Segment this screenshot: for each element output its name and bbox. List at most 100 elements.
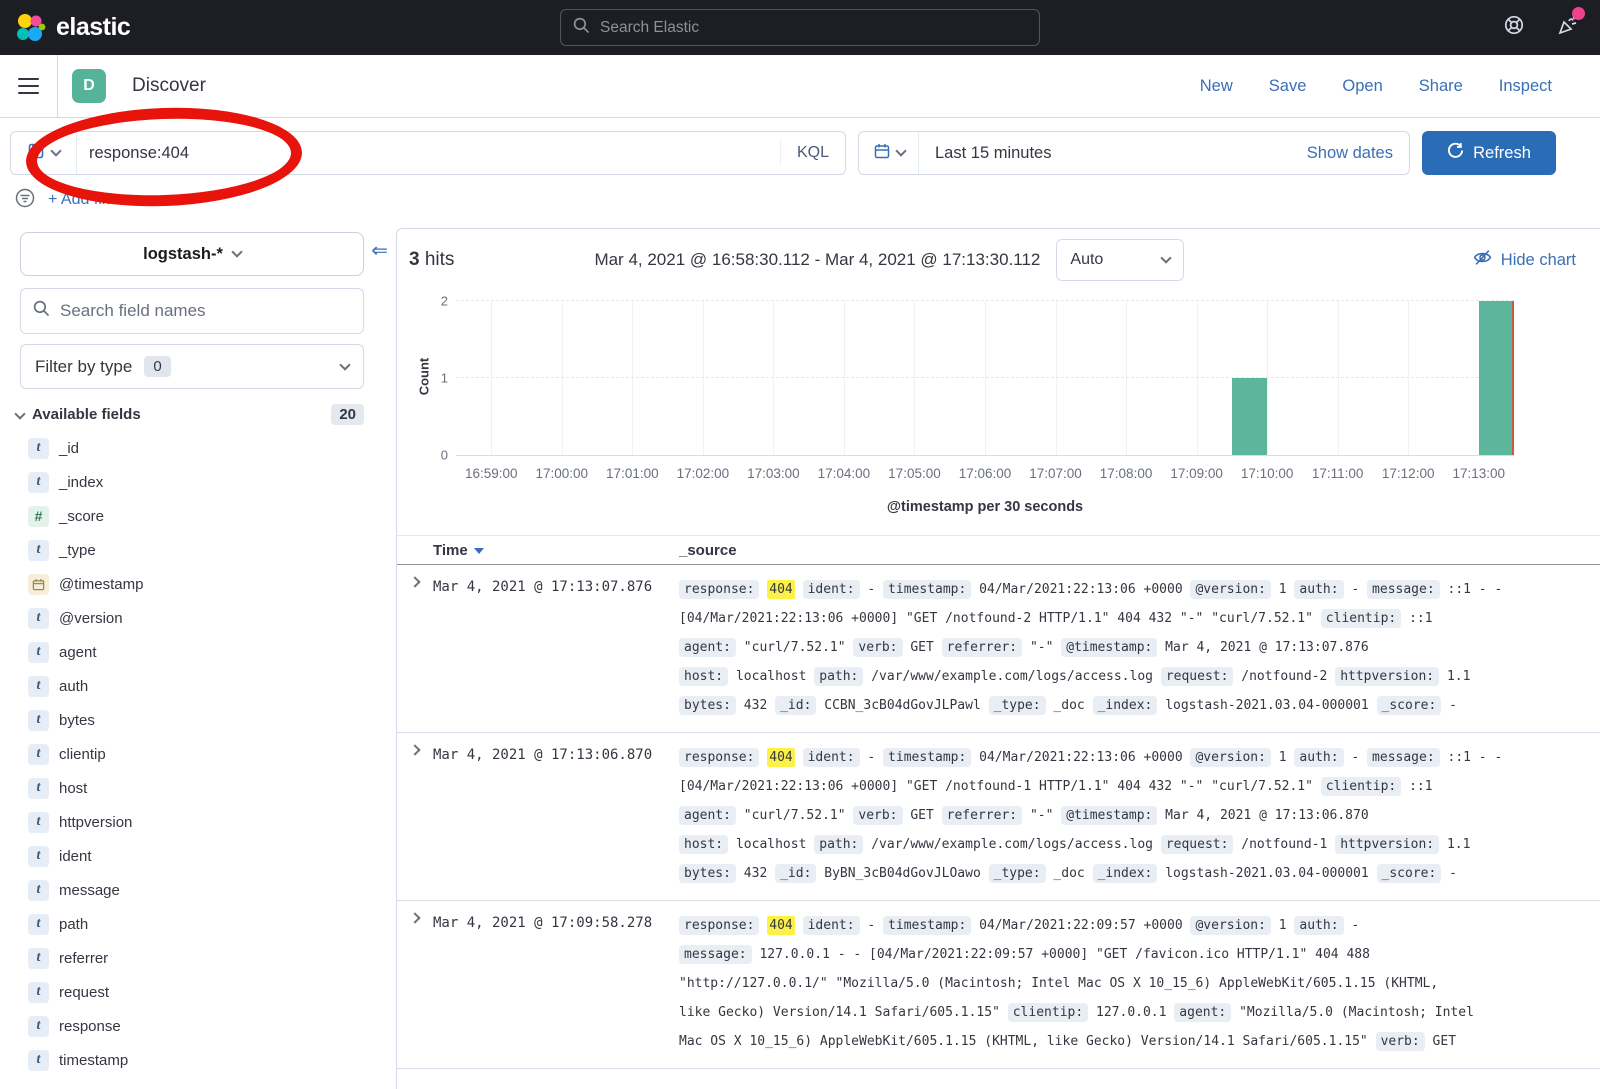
field-item-_score[interactable]: #_score (0, 499, 396, 533)
field-value: ::1 (1409, 611, 1432, 626)
field-value: localhost (736, 837, 806, 852)
field-item-httpversion[interactable]: thttpversion (0, 805, 396, 839)
field-key: bytes: (679, 864, 736, 883)
field-item-clientip[interactable]: tclientip (0, 737, 396, 771)
share-button[interactable]: Share (1419, 77, 1463, 96)
results-panel: 3 hits Mar 4, 2021 @ 16:58:30.112 - Mar … (396, 228, 1600, 1089)
index-pattern-select[interactable]: logstash-* (20, 232, 364, 276)
collapse-sidebar-icon[interactable]: ⇐ (371, 238, 388, 263)
field-value: logstash-2021.03.04-000001 (1165, 698, 1369, 713)
field-value: 1.1 (1447, 837, 1470, 852)
histogram-interval-select[interactable]: Auto (1056, 239, 1184, 281)
field-item-response[interactable]: tresponse (0, 1009, 396, 1043)
vertical-gridline (844, 301, 845, 455)
field-value: Mar 4, 2021 @ 17:13:06.870 (1165, 808, 1369, 823)
field-item-ident[interactable]: tident (0, 839, 396, 873)
field-item-@version[interactable]: t@version (0, 601, 396, 635)
highlighted-value: 404 (767, 748, 794, 767)
field-item-_id[interactable]: t_id (0, 431, 396, 465)
field-value: "curl/7.52.1" (744, 808, 846, 823)
field-list: t_idt_index#_scoret_type@timestampt@vers… (0, 431, 396, 1077)
global-search-placeholder: Search Elastic (600, 19, 699, 37)
field-key: clientip: (1008, 1003, 1088, 1022)
news-icon[interactable] (1556, 13, 1580, 42)
inspect-button[interactable]: Inspect (1499, 77, 1552, 96)
field-key: path: (814, 835, 863, 854)
field-item-path[interactable]: tpath (0, 907, 396, 941)
field-item-auth[interactable]: tauth (0, 669, 396, 703)
expand-row-button[interactable] (397, 575, 433, 720)
time-column-header[interactable]: Time (433, 542, 468, 559)
field-item-timestamp[interactable]: ttimestamp (0, 1043, 396, 1077)
add-filter-button[interactable]: + Add filter (48, 191, 124, 209)
vertical-gridline (1408, 301, 1409, 455)
open-button[interactable]: Open (1342, 77, 1382, 96)
vertical-gridline (703, 301, 704, 455)
refresh-button[interactable]: Refresh (1422, 131, 1556, 175)
field-value: 04/Mar/2021:22:13:06 +0000 (979, 582, 1183, 597)
query-language-button[interactable]: KQL (780, 140, 845, 165)
field-item-referrer[interactable]: treferrer (0, 941, 396, 975)
field-item-agent[interactable]: tagent (0, 635, 396, 669)
highlighted-value: 404 (767, 580, 794, 599)
new-button[interactable]: New (1200, 77, 1233, 96)
x-tick-label: 17:12:00 (1382, 466, 1435, 481)
field-item-message[interactable]: tmessage (0, 873, 396, 907)
x-tick-label: 17:07:00 (1029, 466, 1082, 481)
field-key: agent: (679, 806, 736, 825)
hits-count: 3 hits (409, 249, 454, 271)
table-row: Mar 4, 2021 @ 17:13:07.876response: 404 … (397, 565, 1600, 733)
field-value: Mar 4, 2021 @ 17:13:07.876 (1165, 640, 1369, 655)
menu-icon[interactable] (0, 55, 58, 117)
filter-by-type-select[interactable]: Filter by type 0 (20, 344, 364, 389)
field-search-placeholder: Search field names (60, 301, 206, 321)
field-value: CCBN_3cB04dGovJLPawl (824, 698, 981, 713)
field-value: - (1351, 750, 1359, 765)
field-key: host: (679, 667, 728, 686)
table-header: Time _source (397, 535, 1600, 565)
field-key: _id: (775, 864, 816, 883)
field-item-bytes[interactable]: tbytes (0, 703, 396, 737)
field-value: ::1 - - (1448, 750, 1503, 765)
field-item-@timestamp[interactable]: @timestamp (0, 567, 396, 601)
field-key: response: (679, 916, 759, 935)
field-value: - (867, 750, 875, 765)
expand-row-button[interactable] (397, 743, 433, 888)
histogram-bar[interactable] (1232, 378, 1267, 455)
field-value: "Mozilla/5.0 (Macintosh; Intel (1239, 1005, 1474, 1020)
vertical-gridline (1056, 301, 1057, 455)
elastic-logo-icon[interactable] (14, 11, 48, 45)
field-value: _doc (1053, 866, 1084, 881)
query-input[interactable]: response:404 (77, 144, 780, 163)
time-range-value[interactable]: Last 15 minutes (919, 144, 1051, 163)
field-name: @timestamp (59, 576, 143, 593)
help-icon[interactable] (1502, 13, 1526, 42)
histogram-bar[interactable] (1479, 301, 1514, 455)
sort-descending-icon[interactable] (474, 548, 484, 554)
save-button[interactable]: Save (1269, 77, 1307, 96)
date-quick-select-button[interactable] (859, 132, 919, 174)
discover-app-badge[interactable]: D (72, 69, 106, 103)
field-value: _doc (1053, 698, 1084, 713)
available-fields-header[interactable]: Available fields 20 (16, 404, 364, 425)
field-value: 1.1 (1447, 669, 1470, 684)
field-value: - (1351, 918, 1359, 933)
field-key: message: (679, 945, 752, 964)
field-name: _type (59, 542, 96, 559)
field-item-_type[interactable]: t_type (0, 533, 396, 567)
expand-row-button[interactable] (397, 911, 433, 1056)
field-search-input[interactable]: Search field names (20, 288, 364, 334)
global-search-input[interactable]: Search Elastic (560, 9, 1040, 46)
field-key: host: (679, 835, 728, 854)
hide-chart-button[interactable]: Hide chart (1473, 248, 1576, 272)
filter-icon[interactable] (14, 187, 36, 214)
field-key: response: (679, 748, 759, 767)
field-key: _score: (1377, 864, 1442, 883)
saved-query-menu-button[interactable] (11, 132, 77, 174)
field-item-request[interactable]: trequest (0, 975, 396, 1009)
field-type-icon-string: t (28, 1016, 49, 1037)
x-tick-label: 17:01:00 (606, 466, 659, 481)
show-dates-button[interactable]: Show dates (1307, 144, 1409, 163)
field-item-host[interactable]: thost (0, 771, 396, 805)
field-item-_index[interactable]: t_index (0, 465, 396, 499)
